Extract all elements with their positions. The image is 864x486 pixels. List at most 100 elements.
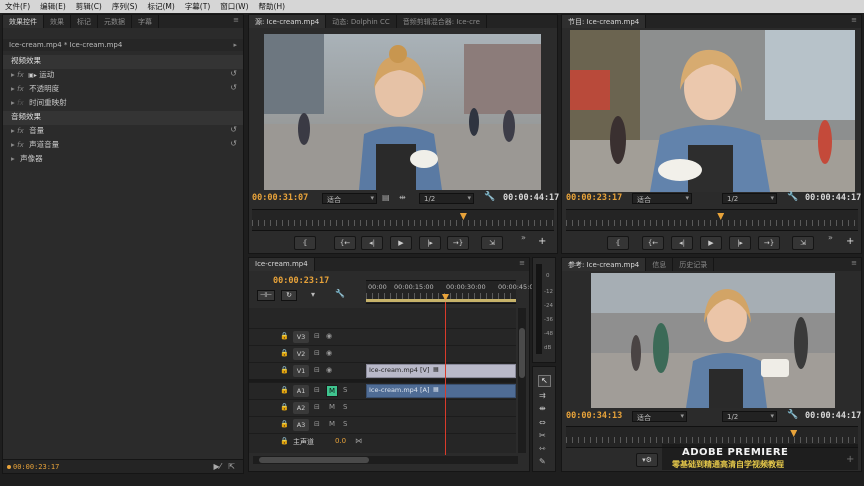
linked-selection-icon[interactable]: ↻ <box>281 290 297 301</box>
mute-button-a2[interactable]: M <box>329 403 335 411</box>
lift-button[interactable]: ⇲ <box>792 236 814 250</box>
drag-video-icon[interactable]: ⇹ <box>399 193 406 202</box>
reference-resolution-dropdown[interactable]: 1/2 <box>722 411 777 422</box>
eye-icon[interactable]: ◉ <box>326 366 332 374</box>
effect-row-channel-volume[interactable]: ▸ fx 声道音量 ↺ <box>3 139 243 153</box>
fx-badge[interactable]: fx <box>17 71 24 79</box>
menu-title[interactable]: 字幕(T) <box>180 1 215 12</box>
lock-icon[interactable]: 🔒 <box>280 437 289 445</box>
menu-marker[interactable]: 标记(M) <box>142 1 179 12</box>
reference-fit-dropdown[interactable]: 适合 <box>632 411 687 422</box>
timeline-wrench-icon[interactable]: 🔧 <box>335 289 345 298</box>
pen-tool-icon[interactable]: ✎ <box>539 457 546 466</box>
lock-icon[interactable]: 🔒 <box>280 349 289 357</box>
play-button[interactable]: ▶ <box>700 236 722 250</box>
track-name-a3[interactable]: A3 <box>293 419 309 431</box>
toggle-sync-icon[interactable]: ⊟ <box>314 366 320 374</box>
menu-sequence[interactable]: 序列(S) <box>107 1 143 12</box>
snap-icon[interactable]: ⊣⊢ <box>257 290 275 301</box>
tab-program[interactable]: 节目: Ice-cream.mp4 <box>562 15 647 28</box>
lock-icon[interactable]: 🔒 <box>280 386 289 394</box>
go-to-next-keyframe-icon[interactable]: ⋈ <box>355 437 362 445</box>
tab-info[interactable]: 信息 <box>646 258 674 271</box>
effect-row-opacity[interactable]: ▸ fx 不透明度 ↺ <box>3 83 243 97</box>
source-timeline-ruler[interactable] <box>252 209 554 231</box>
fx-badge[interactable]: fx <box>17 85 24 93</box>
reset-icon[interactable]: ↺ <box>230 139 237 148</box>
fx-badge[interactable]: fx <box>17 127 24 135</box>
tab-effect-controls[interactable]: 效果控件 <box>3 15 44 28</box>
vertical-scrollbar[interactable] <box>518 308 526 453</box>
vertical-scroll-thumb[interactable] <box>519 328 525 378</box>
wrench-icon[interactable]: 🔧 <box>787 410 798 420</box>
program-current-time[interactable]: 00:00:23:17 <box>566 193 622 203</box>
go-to-out-button[interactable]: →} <box>758 236 780 250</box>
rate-stretch-tool-icon[interactable]: ⇔ <box>539 418 546 427</box>
effect-row-time-remap[interactable]: ▸ fx 时间重映射 <box>3 97 243 111</box>
track-name-a2[interactable]: A2 <box>293 402 309 414</box>
solo-button-a1[interactable]: S <box>343 386 347 394</box>
mark-in-button[interactable]: ⦃ <box>294 236 316 250</box>
lock-icon[interactable]: 🔒 <box>280 403 289 411</box>
toggle-sync-icon[interactable]: ⊟ <box>314 349 320 357</box>
tab-source[interactable]: 源: Ice-cream.mp4 <box>249 15 327 28</box>
expand-arrow-icon[interactable]: ▸ <box>11 154 17 163</box>
ripple-edit-tool-icon[interactable]: ⇼ <box>539 404 546 413</box>
wrench-icon[interactable]: 🔧 <box>787 192 798 202</box>
solo-button-a3[interactable]: S <box>343 420 347 428</box>
settings-button[interactable]: ▾⚙ <box>636 453 658 467</box>
lock-icon[interactable]: 🔒 <box>280 332 289 340</box>
toggle-sync-icon[interactable]: ⊟ <box>314 386 320 394</box>
tab-metadata[interactable]: 元数据 <box>98 15 132 28</box>
add-button-icon[interactable]: + <box>846 236 854 247</box>
tab-sequence[interactable]: Ice-cream.mp4 <box>249 258 315 271</box>
tab-dynamic[interactable]: 动态: Dolphin CC <box>326 15 397 28</box>
overflow-icon[interactable]: » <box>521 233 526 242</box>
tab-audio-clip-mixer[interactable]: 音频剪辑混合器: Ice-cre <box>397 15 487 28</box>
add-button-icon[interactable]: + <box>538 236 546 247</box>
step-forward-button[interactable]: |▸ <box>419 236 441 250</box>
panel-menu-icon[interactable]: ≡ <box>519 259 525 267</box>
reference-video-frame[interactable] <box>591 273 835 408</box>
source-playhead[interactable] <box>459 213 467 220</box>
menu-file[interactable]: 文件(F) <box>0 1 35 12</box>
source-current-time[interactable]: 00:00:31:07 <box>252 193 308 203</box>
track-select-tool-icon[interactable]: ⇉ <box>539 391 546 400</box>
go-to-out-button[interactable]: →} <box>447 236 469 250</box>
panel-menu-icon[interactable]: ≡ <box>851 16 857 24</box>
filter-icon[interactable]: ▶⁄ <box>214 462 222 471</box>
track-name-v2[interactable]: V2 <box>293 348 309 360</box>
tab-effects[interactable]: 效果 <box>44 15 71 28</box>
eye-icon[interactable]: ◉ <box>326 332 332 340</box>
master-value[interactable]: 0.0 <box>335 437 346 445</box>
program-fit-dropdown[interactable]: 适合 <box>632 193 692 204</box>
selection-tool-icon[interactable]: ↖ <box>538 375 551 387</box>
source-fit-dropdown[interactable]: 适合 <box>322 193 377 204</box>
source-video-frame[interactable] <box>264 34 541 190</box>
mark-in-button[interactable]: ⦃ <box>607 236 629 250</box>
menu-window[interactable]: 窗口(W) <box>215 1 253 12</box>
program-timeline-ruler[interactable] <box>566 209 858 231</box>
tab-markers[interactable]: 标记 <box>71 15 98 28</box>
panel-menu-icon[interactable]: ≡ <box>233 16 239 24</box>
clip-path-arrow-icon[interactable]: ▸ <box>233 41 237 49</box>
tab-titles[interactable]: 字幕 <box>132 15 159 28</box>
horizontal-scrollbar[interactable] <box>253 456 518 464</box>
effect-row-panner[interactable]: ▸ 声像器 <box>3 153 243 167</box>
horizontal-scroll-thumb[interactable] <box>259 457 369 463</box>
effect-controls-timecode[interactable]: 00:00:23:17 <box>13 463 59 471</box>
reset-icon[interactable]: ↺ <box>230 69 237 78</box>
go-to-in-button[interactable]: {← <box>334 236 356 250</box>
mute-button-a3[interactable]: M <box>329 420 335 428</box>
menu-help[interactable]: 帮助(H) <box>254 1 291 12</box>
step-back-button[interactable]: ◂| <box>671 236 693 250</box>
tab-reference[interactable]: 参考: Ice-cream.mp4 <box>562 258 647 271</box>
menu-edit[interactable]: 编辑(E) <box>35 1 71 12</box>
reference-current-time[interactable]: 00:00:34:13 <box>566 411 622 421</box>
track-name-v1[interactable]: V1 <box>293 365 309 377</box>
add-marker-icon[interactable]: ▾ <box>311 290 315 299</box>
track-name-a1[interactable]: A1 <box>293 385 309 397</box>
effect-row-volume[interactable]: ▸ fx 音量 ↺ <box>3 125 243 139</box>
toggle-sync-icon[interactable]: ⊟ <box>314 332 320 340</box>
program-video-frame[interactable] <box>570 30 855 192</box>
